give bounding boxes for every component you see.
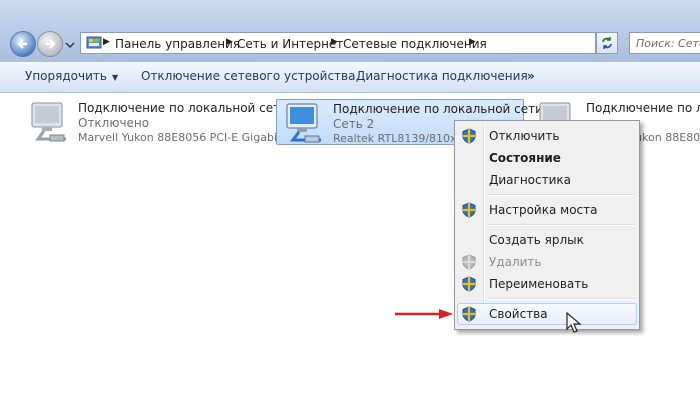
connection-adapter: Realtek RTL8139/810x Fa <box>333 132 473 145</box>
forward-button[interactable] <box>37 31 63 57</box>
connection-status: Сеть 2 <box>333 117 375 131</box>
breadcrumb-separator-icon[interactable]: ▶ <box>103 37 110 47</box>
breadcrumb-separator-icon[interactable]: ▶ <box>226 37 233 47</box>
breadcrumb-separator-icon[interactable]: ▶ <box>469 37 476 47</box>
menu-item-label: Настройка моста <box>489 203 598 217</box>
organize-button[interactable]: Упорядочить ▼ <box>25 69 118 83</box>
menu-item-create-shortcut[interactable]: Создать ярлык <box>457 229 637 251</box>
menu-item-bridge[interactable]: Настройка моста <box>457 199 637 221</box>
network-adapter-icon <box>31 102 66 142</box>
explorer-window: ▶ Панель управления ▶ Сеть и Интернет ▶ … <box>0 0 700 400</box>
mouse-cursor-icon <box>566 312 582 333</box>
menu-item-label: Удалить <box>489 255 542 269</box>
uac-shield-icon <box>462 202 476 218</box>
menu-separator <box>487 298 635 300</box>
chevron-down-icon <box>65 42 75 49</box>
connection-name: Подключение по локальной сети <box>78 101 288 115</box>
refresh-button[interactable] <box>596 32 618 54</box>
back-button[interactable] <box>10 31 36 57</box>
breadcrumb-network-internet[interactable]: Сеть и Интернет <box>237 37 343 51</box>
arrow-left-icon <box>17 39 27 49</box>
control-panel-icon <box>86 36 102 49</box>
recent-pages-button[interactable] <box>65 38 75 52</box>
connection-name: Подключение по локальной сети 2 <box>333 102 555 116</box>
disable-device-button[interactable]: Отключение сетевого устройства <box>141 69 355 83</box>
menu-item-label: Создать ярлык <box>489 233 584 247</box>
uac-shield-icon <box>462 276 476 292</box>
search-placeholder: Поиск: Сете <box>636 37 700 50</box>
menu-item-disable[interactable]: Отключить <box>457 125 637 147</box>
menu-item-diagnostics[interactable]: Диагностика <box>457 169 637 191</box>
connection-name: Подключение по локальной сети 3 <box>586 101 700 115</box>
network-adapter-icon <box>286 103 321 143</box>
organize-label: Упорядочить <box>25 69 107 83</box>
menu-item-label: Диагностика <box>489 173 572 187</box>
menu-item-label: Состояние <box>489 151 561 165</box>
refresh-icon <box>602 37 612 49</box>
menu-item-status[interactable]: Состояние <box>457 147 637 169</box>
menu-item-properties[interactable]: Свойства <box>457 303 637 325</box>
breadcrumb-network-connections[interactable]: Сетевые подключения <box>343 37 487 51</box>
diagnose-button[interactable]: Диагностика подключения <box>356 69 528 83</box>
command-bar: Упорядочить ▼ Отключение сетевого устройс… <box>0 62 700 93</box>
chevron-down-icon: ▼ <box>111 73 119 82</box>
breadcrumb-separator-icon[interactable]: ▶ <box>331 37 338 47</box>
address-bar[interactable]: ▶ Панель управления ▶ Сеть и Интернет ▶ … <box>80 32 667 54</box>
uac-shield-icon <box>462 128 476 144</box>
connection-status: Отключено <box>78 116 150 130</box>
red-arrow-icon <box>395 309 453 319</box>
menu-separator <box>487 224 635 226</box>
uac-shield-icon <box>462 254 476 270</box>
menu-separator <box>487 194 635 196</box>
menu-item-label: Переименовать <box>489 277 589 291</box>
menu-item-label: Отключить <box>489 129 560 143</box>
connection-adapter: Marvell Yukon 88E8056 PCI-E Gigabit... <box>78 131 292 144</box>
menu-item-label: Свойства <box>489 307 548 321</box>
breadcrumb-control-panel[interactable]: Панель управления <box>115 37 240 51</box>
menu-item-delete: Удалить <box>457 251 637 273</box>
uac-shield-icon <box>462 306 476 322</box>
menu-item-rename[interactable]: Переименовать <box>457 273 637 295</box>
navigation-bar: ▶ Панель управления ▶ Сеть и Интернет ▶ … <box>0 0 700 63</box>
search-input[interactable]: Поиск: Сете <box>629 32 700 54</box>
context-menu: Отключить Состояние Диагностика Настройк… <box>454 120 640 330</box>
connection-item[interactable]: Подключение по локальной сети Отключено … <box>22 99 292 145</box>
arrow-right-icon <box>46 39 56 49</box>
more-commands-button[interactable]: » <box>527 69 535 83</box>
